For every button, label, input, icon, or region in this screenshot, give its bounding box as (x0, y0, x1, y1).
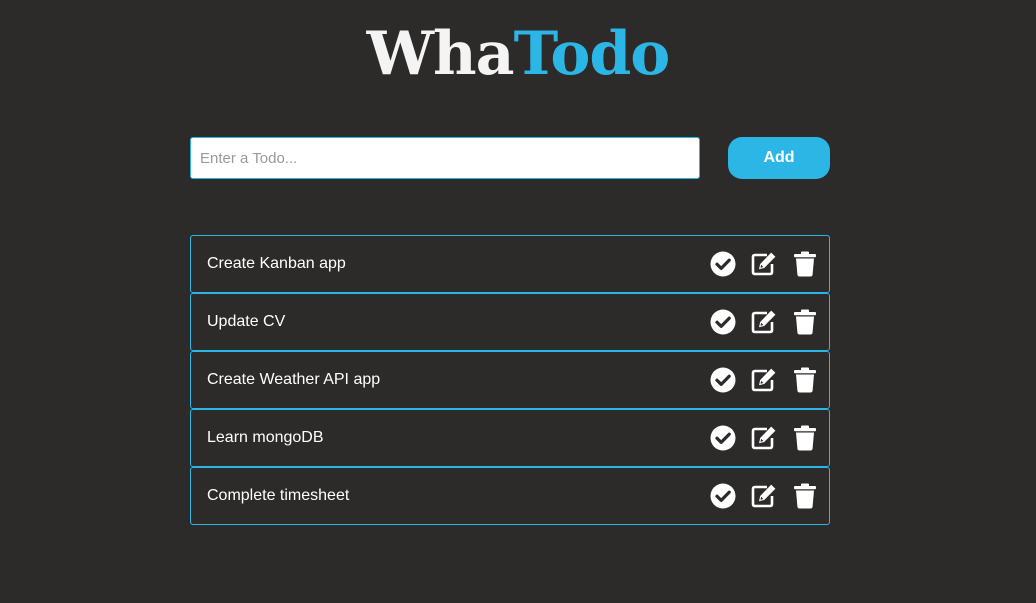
todo-item: Create Kanban app (190, 235, 830, 293)
edit-icon[interactable] (750, 251, 777, 277)
edit-icon[interactable] (750, 367, 777, 393)
trash-icon[interactable] (791, 367, 818, 393)
trash-icon[interactable] (791, 309, 818, 335)
app-page: WhaTodo Add Create Kanban app Update CV (0, 0, 1036, 603)
todo-actions (709, 251, 818, 277)
check-circle-icon[interactable] (709, 367, 736, 393)
trash-icon[interactable] (791, 425, 818, 451)
todo-text: Create Weather API app (207, 371, 381, 388)
check-circle-icon[interactable] (709, 309, 736, 335)
todo-item: Create Weather API app (190, 351, 830, 409)
trash-icon[interactable] (791, 251, 818, 277)
edit-icon[interactable] (750, 425, 777, 451)
check-circle-icon[interactable] (709, 425, 736, 451)
todo-actions (709, 483, 818, 509)
add-button[interactable]: Add (728, 137, 830, 179)
logo-part-todo: Todo (513, 19, 671, 89)
todo-item: Complete timesheet (190, 467, 830, 525)
todo-item: Update CV (190, 293, 830, 351)
todo-text: Create Kanban app (207, 255, 346, 272)
todo-item: Learn mongoDB (190, 409, 830, 467)
check-circle-icon[interactable] (709, 483, 736, 509)
todo-actions (709, 425, 818, 451)
edit-icon[interactable] (750, 309, 777, 335)
edit-icon[interactable] (750, 483, 777, 509)
todo-text: Complete timesheet (207, 487, 350, 504)
trash-icon[interactable] (791, 483, 818, 509)
app-logo: WhaTodo (0, 18, 1036, 90)
todo-text: Update CV (207, 313, 286, 330)
check-circle-icon[interactable] (709, 251, 736, 277)
logo-part-wha: Wha (366, 19, 515, 89)
todo-actions (709, 309, 818, 335)
todo-input[interactable] (190, 137, 700, 179)
todo-list: Create Kanban app Update CV Create Weath… (190, 235, 830, 525)
todo-actions (709, 367, 818, 393)
todo-text: Learn mongoDB (207, 429, 324, 446)
